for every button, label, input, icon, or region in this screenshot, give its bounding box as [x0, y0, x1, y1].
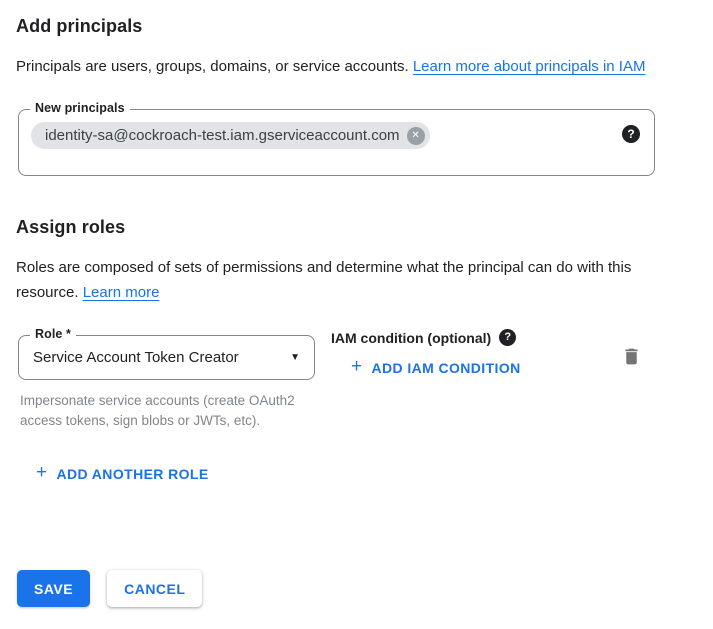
add-another-role-label: ADD ANOTHER ROLE — [57, 466, 209, 482]
trash-icon — [621, 346, 642, 367]
add-iam-condition-label: ADD IAM CONDITION — [372, 360, 521, 376]
role-label: Role * — [30, 327, 76, 341]
principals-description: Principals are users, groups, domains, o… — [16, 54, 671, 79]
save-button[interactable]: SAVE — [17, 570, 90, 607]
iam-condition-column: IAM condition (optional) ? + ADD IAM CON… — [331, 335, 521, 378]
plus-icon: + — [36, 463, 48, 482]
iam-condition-label-row: IAM condition (optional) ? — [331, 329, 521, 346]
delete-role-button[interactable] — [621, 346, 642, 367]
role-selected-value: Service Account Token Creator — [33, 349, 239, 366]
new-principals-label: New principals — [30, 101, 130, 115]
learn-more-principals-link[interactable]: Learn more about principals in IAM — [413, 58, 646, 75]
iam-condition-label: IAM condition (optional) — [331, 330, 491, 346]
role-row: Role * Service Account Token Creator ▼ I… — [18, 335, 642, 431]
iam-condition-help-icon[interactable]: ? — [499, 329, 516, 346]
new-principals-input[interactable]: New principals identity-sa@cockroach-tes… — [18, 109, 655, 176]
chip-remove-icon[interactable]: ✕ — [407, 127, 425, 145]
page-title: Add principals — [16, 16, 713, 37]
assign-roles-title: Assign roles — [16, 217, 713, 238]
roles-description: Roles are composed of sets of permission… — [16, 255, 671, 305]
add-iam-condition-button[interactable]: + ADD IAM CONDITION — [351, 358, 521, 377]
add-another-role-button[interactable]: + ADD ANOTHER ROLE — [36, 464, 209, 483]
role-column: Role * Service Account Token Creator ▼ I… — [18, 335, 315, 431]
plus-icon: + — [351, 357, 363, 376]
principal-chip: identity-sa@cockroach-test.iam.gservicea… — [31, 122, 430, 149]
action-buttons: SAVE CANCEL — [17, 570, 202, 607]
cancel-button[interactable]: CANCEL — [107, 570, 202, 607]
role-select[interactable]: Role * Service Account Token Creator ▼ — [18, 335, 315, 380]
role-helper-text: Impersonate service accounts (create OAu… — [20, 391, 310, 431]
principals-description-text: Principals are users, groups, domains, o… — [16, 58, 413, 75]
principal-chip-value: identity-sa@cockroach-test.iam.gservicea… — [45, 127, 400, 144]
learn-more-roles-link[interactable]: Learn more — [83, 284, 160, 301]
dropdown-arrow-icon: ▼ — [290, 352, 300, 363]
new-principals-help-icon[interactable]: ? — [622, 125, 640, 143]
add-principals-panel: Add principals Principals are users, gro… — [0, 0, 713, 484]
